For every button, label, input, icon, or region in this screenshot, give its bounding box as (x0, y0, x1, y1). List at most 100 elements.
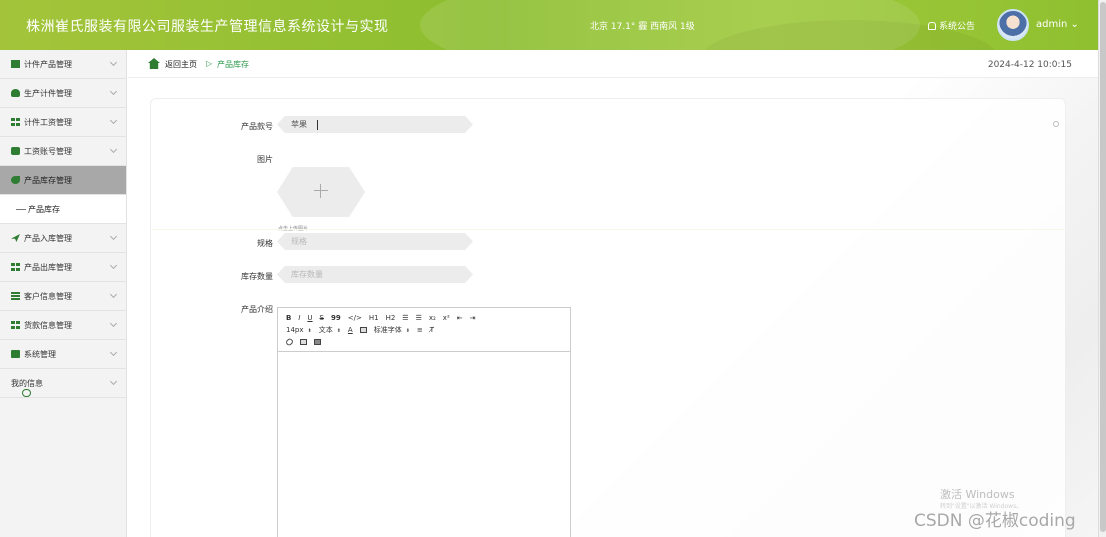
leaf-icon (11, 176, 20, 184)
top-header: 株洲崔氏服装有限公司服装生产管理信息系统设计与实现 北京 17.1° 霾 西南风… (0, 0, 1098, 50)
image-upload-button[interactable] (277, 167, 365, 217)
h1-button[interactable]: H1 (369, 314, 379, 322)
grid-icon (11, 321, 20, 329)
current-datetime: 2024-4-12 10:0:15 (987, 60, 1072, 70)
sidebar-item-label: 产品入库管理 (24, 233, 72, 243)
windows-activation-watermark: 激活 Windows (940, 488, 1015, 501)
sidebar-item-payments[interactable]: 货款信息管理 (0, 311, 126, 340)
sidebar-item-label: 生产计件管理 (24, 88, 72, 98)
quote-button[interactable]: 99 (331, 314, 341, 322)
chevron-down-icon (109, 145, 118, 154)
settings-icon[interactable] (1053, 121, 1059, 127)
align-button[interactable]: ≡ (417, 326, 423, 334)
image-label: 图片 (257, 155, 273, 164)
select-arrow-icon: ⬍ (307, 328, 312, 334)
stock-quantity-input[interactable]: 库存数量 (277, 266, 473, 283)
spec-label: 规格 (257, 239, 273, 248)
sidebar-item-piece-products[interactable]: 计件产品管理 (0, 50, 126, 79)
chevron-up-icon (109, 177, 118, 186)
chevron-down-icon (109, 87, 118, 96)
tree-line (16, 208, 26, 210)
divider (151, 229, 1067, 230)
background-color-icon[interactable] (359, 327, 367, 333)
link-icon[interactable] (284, 337, 295, 347)
superscript-button[interactable]: x² (443, 314, 450, 322)
chevron-down-icon (109, 377, 118, 386)
chevron-down-icon (109, 290, 118, 299)
sidebar-item-piece-wages[interactable]: 计件工资管理 (0, 108, 126, 137)
weather-info: 北京 17.1° 霾 西南风 1级 (590, 19, 695, 32)
italic-button[interactable]: I (298, 314, 300, 322)
bold-button[interactable]: B (286, 314, 291, 322)
sidebar-item-label: 工资账号管理 (24, 146, 72, 156)
system-notice-link[interactable]: 系统公告 (928, 19, 975, 32)
sidebar-item-production-piece[interactable]: 生产计件管理 (0, 79, 126, 108)
select-arrow-icon: ⬍ (336, 328, 341, 334)
sidebar-item-wage-accounts[interactable]: 工资账号管理 (0, 137, 126, 166)
chat-icon (11, 147, 20, 155)
main-content: 产品款号 苹果 图片 点击上传图片 规格 规格 库存数量 库存数量 产品介绍 B… (128, 78, 1098, 537)
chevron-down-icon: ⌄ (1070, 19, 1079, 30)
sidebar-item-label: 计件产品管理 (24, 59, 72, 69)
sidebar-item-label: 产品库存管理 (24, 175, 72, 185)
user-icon (11, 89, 20, 97)
ordered-list-button[interactable]: ☰ (402, 314, 408, 322)
font-size-select[interactable]: 14px ⬍ (286, 326, 312, 334)
system-notice-label: 系统公告 (939, 22, 976, 32)
chevron-down-icon (109, 58, 118, 67)
clear-format-button[interactable]: T̸ (430, 326, 434, 334)
product-no-input[interactable]: 苹果 (277, 116, 473, 133)
sidebar-item-product-stock-management[interactable]: 产品库存管理 (0, 166, 126, 195)
money-icon (11, 350, 20, 358)
app-title: 株洲崔氏服装有限公司服装生产管理信息系统设计与实现 (26, 19, 389, 35)
avatar[interactable] (997, 9, 1029, 41)
underline-button[interactable]: U (307, 314, 312, 322)
breadcrumb-separator: ▷ (206, 59, 213, 68)
home-icon[interactable] (148, 58, 160, 69)
product-no-label: 产品款号 (241, 122, 273, 131)
chevron-down-icon (109, 261, 118, 270)
sidebar-item-label: 计件工资管理 (24, 117, 72, 127)
user-menu[interactable]: admin ⌄ (1036, 19, 1079, 30)
id-card-icon (22, 389, 31, 397)
subscript-button[interactable]: x₂ (429, 314, 436, 322)
breadcrumb-home-link[interactable]: 返回主页 (165, 59, 197, 70)
sidebar-item-label: 货款信息管理 (24, 320, 72, 330)
sidebar-item-customers[interactable]: 客户信息管理 (0, 282, 126, 311)
csdn-watermark: CSDN @花椒coding (914, 511, 1076, 531)
sidebar-item-product-inbound[interactable]: 产品入库管理 (0, 224, 126, 253)
editor-toolbar: B I U S 99 </> H1 H2 ☰ ☰ x₂ x² ⇤ ⇥ 14px ⬍ (278, 308, 570, 352)
sidebar-subitem-product-stock[interactable]: 产品库存 (0, 195, 126, 224)
send-icon (11, 234, 20, 242)
list-icon (11, 292, 20, 300)
sidebar-item-label: 系统管理 (24, 349, 56, 359)
font-color-button[interactable]: A (348, 326, 353, 334)
font-size-value: 14px (286, 326, 304, 334)
bullet-list-button[interactable]: ☰ (416, 314, 422, 322)
scrollbar-thumb[interactable] (1100, 2, 1106, 532)
sidebar-item-label: 产品出库管理 (24, 262, 72, 272)
sidebar-item-my-info[interactable]: 我的信息 (0, 369, 126, 398)
video-icon[interactable] (314, 339, 321, 345)
chevron-down-icon (109, 232, 118, 241)
font-family-select[interactable]: 标准字体 ⬍ (374, 325, 410, 335)
sidebar: 计件产品管理 生产计件管理 计件工资管理 工资账号管理 产品库存管理 产品库存 … (0, 50, 127, 537)
indent-button[interactable]: ⇥ (470, 314, 476, 322)
editor-content-area[interactable] (278, 352, 570, 537)
code-button[interactable]: </> (348, 314, 362, 322)
chevron-down-icon (109, 116, 118, 125)
grid-icon (11, 263, 20, 271)
spec-input[interactable]: 规格 (277, 233, 473, 250)
strike-button[interactable]: S (320, 314, 324, 322)
sidebar-item-system[interactable]: 系统管理 (0, 340, 126, 369)
page-scrollbar[interactable] (1098, 0, 1106, 537)
form-card: 产品款号 苹果 图片 点击上传图片 规格 规格 库存数量 库存数量 产品介绍 B… (150, 98, 1067, 537)
outdent-button[interactable]: ⇤ (457, 314, 463, 322)
sidebar-item-product-outbound[interactable]: 产品出库管理 (0, 253, 126, 282)
text-style-select[interactable]: 文本 ⬍ (319, 325, 341, 335)
text-style-value: 文本 (318, 326, 333, 334)
image-icon[interactable] (300, 339, 307, 345)
sidebar-item-label: 我的信息 (11, 378, 43, 388)
h2-button[interactable]: H2 (386, 314, 396, 322)
plus-icon (314, 184, 328, 198)
